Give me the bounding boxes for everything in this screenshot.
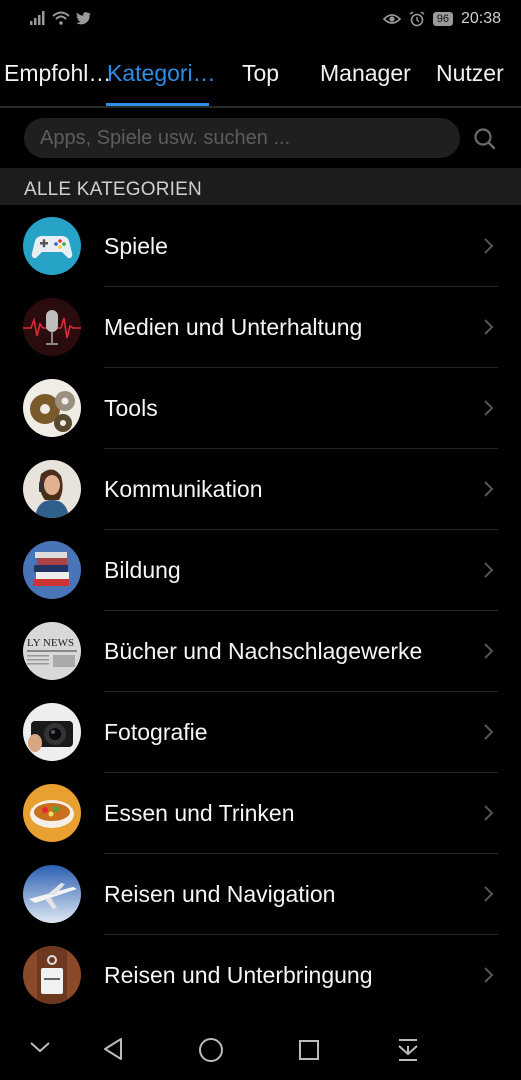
eye-icon [382, 14, 401, 24]
home-icon[interactable] [198, 1037, 224, 1063]
tab-kategorien[interactable]: Kategori… [107, 60, 216, 87]
chevron-right-icon [484, 481, 494, 497]
tab-empfohlen[interactable]: Empfohl… [4, 60, 111, 87]
collapse-icon[interactable] [28, 1039, 52, 1055]
chevron-right-icon [484, 967, 494, 983]
list-item-reisen-navigation[interactable]: Reisen und Navigation [0, 854, 521, 935]
chevron-right-icon [484, 643, 494, 659]
category-label: Reisen und Navigation [104, 881, 336, 907]
gears-icon [23, 379, 81, 437]
chevron-right-icon [484, 886, 494, 902]
status-time: 20:38 [460, 10, 501, 27]
status-right: 96 20:38 [382, 10, 501, 28]
recents-icon[interactable] [298, 1039, 320, 1061]
chevron-right-icon [484, 805, 494, 821]
chevron-right-icon [484, 724, 494, 740]
signal-icon [30, 11, 45, 25]
section-title: ALLE KATEGORIEN [24, 179, 202, 200]
tab-nutzer[interactable]: Nutzer [436, 60, 504, 87]
category-label: Medien und Unterhaltung [104, 314, 363, 340]
door-sign-icon [23, 946, 81, 1004]
chevron-right-icon [484, 319, 494, 335]
list-item-reisen-unterbringung[interactable]: Reisen und Unterbringung [0, 935, 521, 1016]
list-item-medien[interactable]: Medien und Unterhaltung [0, 287, 521, 368]
search-icon[interactable] [472, 126, 498, 152]
camera-icon [23, 703, 81, 761]
alarm-icon [409, 11, 425, 27]
svg-text:LY NEWS: LY NEWS [27, 637, 74, 649]
tab-manager[interactable]: Manager [320, 60, 411, 87]
wifi-icon [52, 11, 70, 25]
search-box [24, 118, 460, 158]
person-phone-icon [23, 460, 81, 518]
microphone-icon [23, 298, 81, 356]
tabs-divider [0, 106, 521, 108]
battery-icon: 96 [432, 12, 453, 26]
list-item-tools[interactable]: Tools [0, 368, 521, 449]
tab-top[interactable]: Top [242, 60, 279, 87]
status-bar: 96 20:38 [0, 0, 521, 40]
category-label: Fotografie [104, 719, 208, 745]
back-icon[interactable] [101, 1036, 125, 1062]
category-label: Essen und Trinken [104, 800, 295, 826]
notification-pull-icon[interactable] [396, 1037, 420, 1063]
list-item-bildung[interactable]: Bildung [0, 530, 521, 611]
list-item-spiele[interactable]: Spiele [0, 206, 521, 287]
newspaper-icon: LY NEWS [23, 622, 81, 680]
category-label: Spiele [104, 233, 168, 259]
category-label: Kommunikation [104, 476, 263, 502]
food-bowl-icon [23, 784, 81, 842]
section-header: ALLE KATEGORIEN [0, 168, 521, 205]
chevron-right-icon [484, 400, 494, 416]
chevron-right-icon [484, 562, 494, 578]
list-item-essen[interactable]: Essen und Trinken [0, 773, 521, 854]
category-label: Bildung [104, 557, 181, 583]
twitter-icon [76, 11, 91, 24]
category-label: Tools [104, 395, 158, 421]
list-item-kommunikation[interactable]: Kommunikation [0, 449, 521, 530]
books-icon [23, 541, 81, 599]
category-list: Spiele Medien und Unterhaltung Tools Kom… [0, 206, 521, 1016]
status-left [30, 11, 91, 25]
system-nav-bar [0, 1015, 521, 1080]
category-label: Reisen und Unterbringung [104, 962, 373, 988]
list-item-buecher[interactable]: LY NEWS Bücher und Nachschlagewerke [0, 611, 521, 692]
chevron-right-icon [484, 238, 494, 254]
airplane-icon [23, 865, 81, 923]
list-item-fotografie[interactable]: Fotografie [0, 692, 521, 773]
gamepad-icon [23, 217, 81, 275]
category-label: Bücher und Nachschlagewerke [104, 638, 423, 664]
search-input[interactable] [24, 118, 460, 158]
tab-bar: Empfohl… Kategori… Top Manager Nutzer [0, 48, 521, 106]
